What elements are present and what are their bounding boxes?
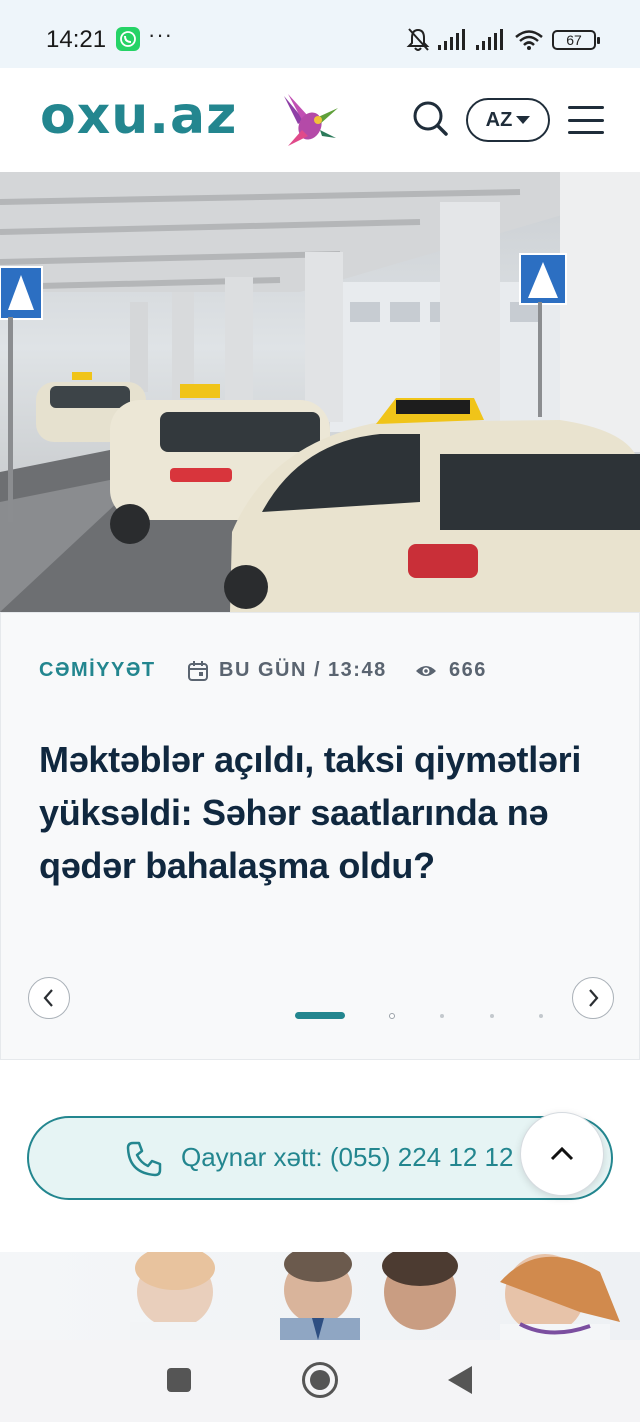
article-card[interactable]: CƏMİYYƏT BU GÜN / 13:48 666 Məktəblər aç… — [0, 612, 640, 1060]
status-time: 14:21 — [46, 26, 107, 53]
phone-icon — [126, 1141, 162, 1177]
slider-dot[interactable] — [490, 1014, 494, 1018]
battery-icon: 67 — [552, 30, 600, 50]
article-meta: CƏMİYYƏT BU GÜN / 13:48 666 — [39, 659, 485, 682]
hummingbird-logo-icon — [284, 94, 338, 146]
chevron-up-icon — [550, 1146, 574, 1161]
slider-pagination — [295, 1012, 555, 1020]
language-select[interactable]: AZ — [466, 98, 550, 142]
recent-apps-button[interactable] — [167, 1368, 191, 1392]
slider-dot[interactable] — [389, 1013, 395, 1019]
doctors-photo — [130, 1252, 620, 1340]
hotline-text: Qaynar xətt: (055) 224 12 12 — [181, 1142, 514, 1172]
wifi-icon — [515, 30, 543, 50]
signal-icon — [438, 29, 465, 50]
article-views-count: 666 — [449, 659, 487, 681]
back-button[interactable] — [448, 1366, 472, 1394]
menu-icon — [568, 106, 604, 109]
site-logo[interactable]: oxu.az — [40, 86, 237, 146]
bell-off-icon — [406, 28, 430, 51]
whatsapp-icon — [116, 27, 140, 51]
language-label: AZ — [485, 108, 513, 131]
next-article-image[interactable] — [0, 1252, 640, 1340]
slider-dot-active[interactable] — [295, 1012, 345, 1019]
search-icon — [413, 101, 448, 136]
article-image[interactable] — [0, 172, 640, 612]
article-headline[interactable]: Məktəblər açıldı, taksi qiymətləri yüksə… — [39, 733, 609, 892]
taxi-rank-photo — [0, 172, 640, 612]
notification-more: ··· — [148, 22, 173, 47]
status-icons: 67 — [406, 26, 600, 54]
scroll-to-top-button[interactable] — [520, 1112, 604, 1196]
article-views: 666 — [415, 659, 487, 682]
calendar-icon — [188, 660, 208, 681]
chevron-right-icon — [589, 989, 599, 1007]
home-button[interactable] — [302, 1362, 338, 1398]
eye-icon — [416, 665, 436, 676]
chevron-down-icon — [516, 116, 531, 124]
menu-button[interactable] — [568, 106, 604, 134]
home-icon — [310, 1370, 330, 1390]
slider-dot[interactable] — [440, 1014, 444, 1018]
chevron-left-icon — [43, 989, 53, 1007]
slider-dot[interactable] — [539, 1014, 543, 1018]
search-button[interactable] — [410, 98, 450, 138]
slider-prev-button[interactable] — [28, 977, 70, 1019]
slider-next-button[interactable] — [572, 977, 614, 1019]
site-header: oxu.az AZ — [0, 68, 640, 172]
article-category[interactable]: CƏMİYYƏT — [39, 659, 156, 682]
system-nav-bar — [0, 1340, 640, 1422]
article-date: BU GÜN / 13:48 — [187, 659, 387, 682]
signal-icon — [476, 29, 503, 50]
article-date-text: BU GÜN / 13:48 — [219, 659, 387, 681]
